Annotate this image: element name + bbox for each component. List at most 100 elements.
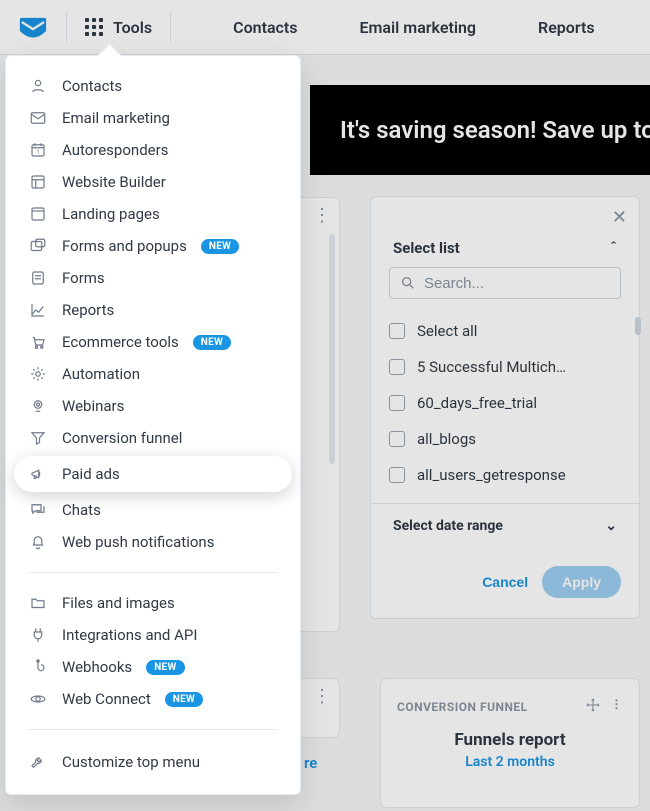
calendar-icon: 1 bbox=[28, 140, 48, 160]
divider bbox=[170, 12, 171, 42]
menu-item-label: Autoresponders bbox=[62, 141, 168, 159]
background-card: ⋮ bbox=[300, 678, 340, 738]
landing-icon bbox=[28, 204, 48, 224]
menu-item-hook[interactable]: Webhooks NEW bbox=[6, 651, 300, 683]
divider bbox=[66, 12, 67, 42]
scrollbar[interactable] bbox=[635, 317, 641, 335]
list-item[interactable]: all_users_getresponse bbox=[389, 457, 621, 493]
select-list-panel: ✕ Select list ˆ Select all 5 Successful … bbox=[370, 196, 640, 619]
plug-icon bbox=[28, 625, 48, 645]
menu-item-megaphone[interactable]: Paid ads bbox=[14, 456, 292, 492]
tools-menu-trigger[interactable]: Tools bbox=[85, 18, 152, 37]
menu-item-label: Automation bbox=[62, 365, 140, 383]
checkbox-icon[interactable] bbox=[389, 323, 405, 339]
form-icon bbox=[28, 268, 48, 288]
more-icon[interactable]: ⋮ bbox=[313, 695, 331, 699]
more-icon[interactable]: ⋮ bbox=[611, 697, 624, 716]
gear-icon bbox=[28, 364, 48, 384]
cart-icon bbox=[28, 332, 48, 352]
promo-banner: It's saving season! Save up to bbox=[310, 85, 650, 175]
envelope-icon bbox=[28, 108, 48, 128]
menu-item-label: Web Connect bbox=[62, 690, 151, 708]
menu-item-plug[interactable]: Integrations and API bbox=[6, 619, 300, 651]
chat-icon bbox=[28, 500, 48, 520]
menu-item-label: Forms bbox=[62, 269, 105, 287]
tools-label: Tools bbox=[113, 18, 152, 37]
new-badge: NEW bbox=[146, 660, 184, 675]
popup-icon bbox=[28, 236, 48, 256]
menu-item-label: Webinars bbox=[62, 397, 124, 415]
megaphone-icon bbox=[28, 464, 48, 484]
menu-item-label: Conversion funnel bbox=[62, 429, 182, 447]
layout-icon bbox=[28, 172, 48, 192]
menu-item-layout[interactable]: Website Builder bbox=[6, 166, 300, 198]
panel-actions: Cancel Apply bbox=[371, 548, 639, 618]
card-subtitle[interactable]: Last 2 months bbox=[397, 754, 623, 770]
hook-icon bbox=[28, 657, 48, 677]
list-item[interactable]: 5 Successful Multich… bbox=[389, 349, 621, 385]
menu-item-popup[interactable]: Forms and popupsNEW bbox=[6, 230, 300, 262]
chevron-up-icon[interactable]: ˆ bbox=[610, 240, 617, 256]
scrollbar[interactable] bbox=[329, 234, 335, 464]
peek-link[interactable]: re bbox=[304, 754, 317, 772]
menu-item-contacts[interactable]: Contacts bbox=[6, 70, 300, 102]
menu-item-landing[interactable]: Landing pages bbox=[6, 198, 300, 230]
menu-item-label: Landing pages bbox=[62, 205, 160, 223]
cancel-button[interactable]: Cancel bbox=[482, 566, 528, 598]
move-icon[interactable] bbox=[585, 697, 601, 716]
menu-item-orbit[interactable]: Web ConnectNEW bbox=[6, 683, 300, 715]
menu-item-label: Integrations and API bbox=[62, 626, 197, 644]
checkbox-icon[interactable] bbox=[389, 431, 405, 447]
customize-label: Customize top menu bbox=[62, 753, 200, 771]
chevron-down-icon: ⌄ bbox=[605, 518, 617, 534]
menu-item-funnel[interactable]: Conversion funnel bbox=[6, 422, 300, 454]
menu-item-cart[interactable]: Ecommerce tools NEW bbox=[6, 326, 300, 358]
conversion-funnel-card: CONVERSION FUNNEL ⋮ Funnels report Last … bbox=[380, 678, 640, 808]
menu-item-label: Paid ads bbox=[62, 465, 120, 483]
chart-icon bbox=[28, 300, 48, 320]
nav-email-marketing[interactable]: Email marketing bbox=[360, 18, 477, 37]
orbit-icon bbox=[28, 689, 48, 709]
promo-text: It's saving season! Save up to bbox=[340, 116, 650, 144]
select-date-range[interactable]: Select date range ⌄ bbox=[371, 503, 639, 548]
checkbox-icon[interactable] bbox=[389, 359, 405, 375]
customize-top-menu[interactable]: Customize top menu bbox=[6, 744, 300, 780]
menu-item-label: Forms and popups bbox=[62, 237, 187, 255]
bell-icon bbox=[28, 532, 48, 552]
checkbox-icon[interactable] bbox=[389, 395, 405, 411]
menu-item-label: Files and images bbox=[62, 594, 175, 612]
menu-item-label: Web push notifications bbox=[62, 533, 214, 551]
menu-item-envelope[interactable]: Email marketing bbox=[6, 102, 300, 134]
apply-button[interactable]: Apply bbox=[542, 566, 621, 598]
menu-item-chat[interactable]: Chats bbox=[6, 494, 300, 526]
menu-item-calendar[interactable]: 1 Autoresponders bbox=[6, 134, 300, 166]
new-badge: NEW bbox=[193, 335, 231, 350]
nav-reports[interactable]: Reports bbox=[538, 18, 595, 37]
nav-contacts[interactable]: Contacts bbox=[233, 18, 297, 37]
menu-item-webcam[interactable]: Webinars bbox=[6, 390, 300, 422]
search-input[interactable] bbox=[424, 275, 610, 292]
search-icon bbox=[400, 274, 416, 292]
close-icon[interactable]: ✕ bbox=[612, 207, 627, 228]
menu-item-label: Website Builder bbox=[62, 173, 166, 191]
background-card: ⋮ bbox=[300, 197, 340, 632]
menu-item-form[interactable]: Forms bbox=[6, 262, 300, 294]
list-item[interactable]: Select all bbox=[389, 313, 621, 349]
menu-item-chart[interactable]: Reports bbox=[6, 294, 300, 326]
list-item[interactable]: all_blogs bbox=[389, 421, 621, 457]
menu-item-folder[interactable]: Files and images bbox=[6, 587, 300, 619]
menu-item-label: Contacts bbox=[62, 77, 122, 95]
menu-item-label: Webhooks bbox=[62, 658, 132, 676]
list-options: Select all 5 Successful Multich… 60_days… bbox=[371, 313, 639, 493]
logo-icon bbox=[18, 16, 48, 38]
search-field[interactable] bbox=[389, 267, 621, 299]
menu-item-gear[interactable]: Automation bbox=[6, 358, 300, 390]
menu-item-bell[interactable]: Web push notifications bbox=[6, 526, 300, 558]
checkbox-icon[interactable] bbox=[389, 467, 405, 483]
tools-dropdown: Contacts Email marketing 1 Autoresponders We… bbox=[5, 55, 301, 795]
menu-item-label: Ecommerce tools bbox=[62, 333, 179, 351]
folder-icon bbox=[28, 593, 48, 613]
more-icon[interactable]: ⋮ bbox=[313, 214, 331, 218]
select-list-title: Select list bbox=[393, 239, 460, 257]
list-item[interactable]: 60_days_free_trial bbox=[389, 385, 621, 421]
